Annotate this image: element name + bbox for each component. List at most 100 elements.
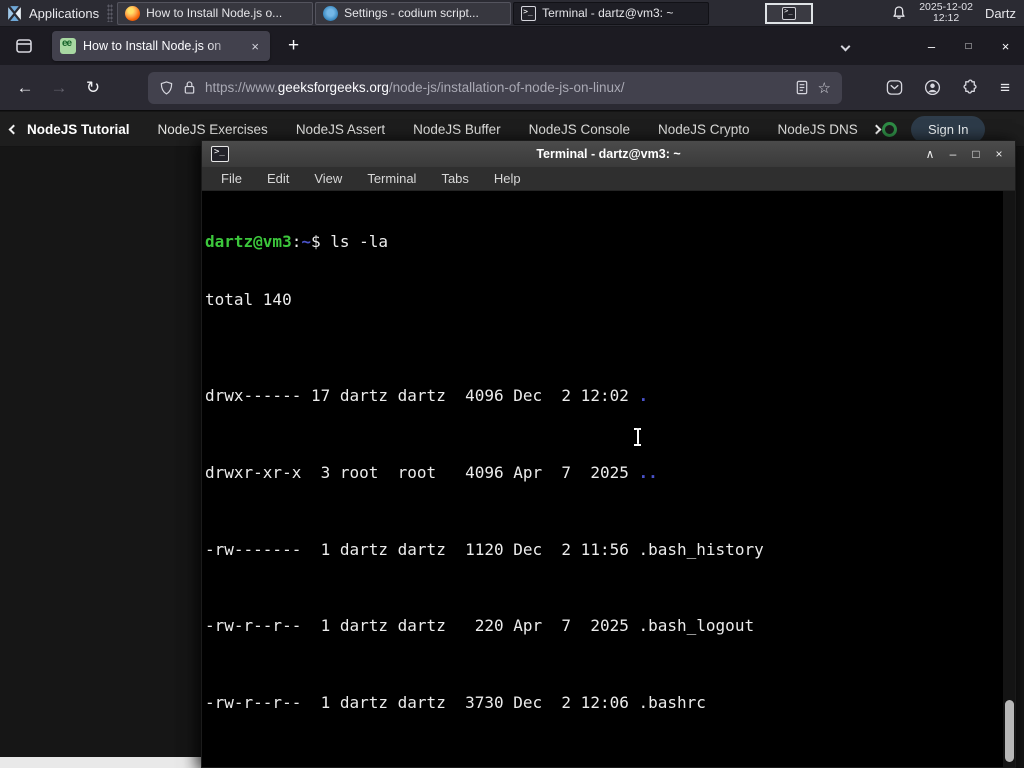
site-nav-link[interactable]: NodeJS Exercises xyxy=(158,122,268,137)
new-tab-button[interactable]: + xyxy=(282,35,305,57)
terminal-menu-item[interactable]: Edit xyxy=(267,171,289,186)
terminal-maximize-button[interactable]: □ xyxy=(969,147,983,161)
site-nav-scroll-left-icon[interactable] xyxy=(8,124,19,134)
terminal-total-line: total 140 xyxy=(205,290,292,310)
url-text: https://www.geeksforgeeks.org/node-js/in… xyxy=(205,80,786,95)
browser-maximize-button[interactable]: □ xyxy=(950,41,987,52)
applications-icon xyxy=(8,5,21,21)
terminal-listing-line: -rw-r--r-- 1 dartz dartz 3730 Dec 2 12:0… xyxy=(205,693,1001,712)
tab-close-icon[interactable]: × xyxy=(248,39,262,54)
terminal-scrollbar[interactable] xyxy=(1003,191,1015,767)
terminal-menu-item[interactable]: Tabs xyxy=(441,171,468,186)
geeksforgeeks-favicon xyxy=(60,38,76,54)
sign-in-button[interactable]: Sign In xyxy=(911,115,986,143)
app-menu-icon[interactable]: ≡ xyxy=(1000,78,1010,98)
url-scheme: https://www. xyxy=(205,80,278,95)
extensions-puzzle-icon[interactable] xyxy=(962,79,979,96)
listing-filename: .bash_logout xyxy=(638,616,755,636)
prompt-path: ~ xyxy=(301,232,311,252)
taskbar-window-list: How to Install Node.js o... Settings - c… xyxy=(117,0,710,27)
taskbar-window-label: Settings - codium script... xyxy=(344,6,479,20)
prompt-user-host: dartz@vm3 xyxy=(205,232,292,252)
tracking-shield-icon[interactable] xyxy=(159,80,174,96)
site-nav-link[interactable]: NodeJS DNS xyxy=(778,122,858,137)
terminal-title: Terminal - dartz@vm3: ~ xyxy=(536,147,681,161)
terminal-title-bar[interactable]: Terminal - dartz@vm3: ~ ∧ – □ × xyxy=(202,141,1015,167)
list-all-tabs-button[interactable] xyxy=(836,31,855,61)
workspace-switcher[interactable] xyxy=(765,2,814,24)
listing-filename: .bashrc xyxy=(638,693,706,713)
taskbar-window-button[interactable]: Terminal - dartz@vm3: ~ xyxy=(513,1,710,25)
terminal-shade-button[interactable]: ∧ xyxy=(923,147,937,161)
site-nav-link[interactable]: NodeJS Console xyxy=(529,122,630,137)
workspace-terminal-icon xyxy=(782,6,797,20)
site-nav-link[interactable]: NodeJS Tutorial xyxy=(27,122,130,137)
browser-window-controls: – □ × xyxy=(913,39,1024,54)
url-bar[interactable]: https://www.geeksforgeeks.org/node-js/in… xyxy=(148,71,842,104)
terminal-menu-item[interactable]: Help xyxy=(494,171,521,186)
taskbar-window-button[interactable]: Settings - codium script... xyxy=(315,1,512,25)
site-nav-link[interactable]: NodeJS Buffer xyxy=(413,122,501,137)
taskbar-window-icon xyxy=(521,5,537,21)
system-tray: 2025-12-02 12:12 Dartz xyxy=(891,2,1024,24)
prompt-command: $ ls -la xyxy=(310,232,389,252)
listing-filename: .bash_history xyxy=(638,539,764,559)
page-content-section xyxy=(0,757,201,768)
terminal-output[interactable]: dartz@vm3:~$ ls -la total 140 drwx------… xyxy=(202,191,1015,767)
terminal-minimize-button[interactable]: – xyxy=(946,147,960,161)
reader-mode-icon[interactable] xyxy=(795,80,809,95)
listing-details: -rw-r--r-- 1 dartz dartz 3730 Dec 2 12:0… xyxy=(205,693,639,713)
reload-button[interactable]: ↻ xyxy=(76,78,110,98)
browser-tab-bar: How to Install Node.js on × + – □ × xyxy=(0,27,1024,65)
terminal-listing: drwx------ 17 dartz dartz 4096 Dec 2 12:… xyxy=(205,348,1001,767)
terminal-listing-line: -rw-r--r-- 1 dartz dartz 220 Apr 7 2025 … xyxy=(205,616,1001,635)
terminal-close-button[interactable]: × xyxy=(992,147,1006,161)
notification-bell-icon[interactable] xyxy=(891,5,907,21)
firefox-view-icon xyxy=(16,39,32,53)
listing-filename: .. xyxy=(638,462,658,482)
taskbar: Applications How to Install Node.js o...… xyxy=(0,0,1024,27)
account-icon[interactable] xyxy=(924,79,941,96)
browser-toolbar: ← → ↻ https://www.geeksforgeeks.org/node… xyxy=(0,65,1024,111)
forward-button[interactable]: → xyxy=(42,78,76,98)
bookmark-star-icon[interactable]: ☆ xyxy=(818,79,831,97)
gfg-logo-icon[interactable] xyxy=(882,121,897,137)
text-cursor-pointer xyxy=(632,428,643,446)
chevron-down-icon xyxy=(840,41,851,52)
taskbar-window-label: How to Install Node.js o... xyxy=(146,6,283,20)
lock-icon[interactable] xyxy=(183,80,196,95)
pocket-icon[interactable] xyxy=(886,79,903,96)
site-nav-link[interactable]: NodeJS Assert xyxy=(296,122,385,137)
toolbar-right-icons: ≡ xyxy=(886,78,1024,98)
listing-details: drwxr-xr-x 3 root root 4096 Apr 7 2025 xyxy=(205,462,639,482)
terminal-window-controls: ∧ – □ × xyxy=(923,147,1006,161)
taskbar-window-icon xyxy=(125,5,141,21)
firefox-view-button[interactable] xyxy=(10,32,38,60)
tab-how-to-install-nodejs[interactable]: How to Install Node.js on × xyxy=(52,31,270,61)
back-button[interactable]: ← xyxy=(8,78,42,98)
url-path: /node-js/installation-of-node-js-on-linu… xyxy=(388,80,625,95)
taskbar-window-button[interactable]: How to Install Node.js o... xyxy=(117,1,314,25)
terminal-menu-item[interactable]: View xyxy=(314,171,342,186)
terminal-scrollbar-thumb[interactable] xyxy=(1004,700,1014,762)
browser-minimize-button[interactable]: – xyxy=(913,39,950,54)
terminal-listing-line: drwxr-xr-x 3 root root 4096 Apr 7 2025 .… xyxy=(205,463,1001,482)
clock-time: 12:12 xyxy=(932,12,960,24)
terminal-window: Terminal - dartz@vm3: ~ ∧ – □ × File Edi… xyxy=(201,140,1016,768)
user-menu-label[interactable]: Dartz xyxy=(985,6,1018,21)
taskbar-window-icon xyxy=(323,5,339,21)
clock[interactable]: 2025-12-02 12:12 xyxy=(919,2,973,24)
applications-label: Applications xyxy=(29,5,100,21)
url-domain: geeksforgeeks.org xyxy=(277,80,389,95)
site-nav-scroll-right-icon[interactable] xyxy=(871,124,882,134)
tab-title: How to Install Node.js on xyxy=(83,39,222,53)
terminal-listing-line: drwx------ 17 dartz dartz 4096 Dec 2 12:… xyxy=(205,386,1001,405)
site-nav-link[interactable]: NodeJS Crypto xyxy=(658,122,750,137)
listing-details: drwx------ 17 dartz dartz 4096 Dec 2 12:… xyxy=(205,386,639,406)
terminal-menu-item[interactable]: Terminal xyxy=(367,171,416,186)
browser-close-button[interactable]: × xyxy=(987,39,1024,54)
listing-filename: . xyxy=(638,386,649,406)
applications-menu-button[interactable]: Applications xyxy=(0,0,105,27)
taskbar-window-label: Terminal - dartz@vm3: ~ xyxy=(542,6,674,20)
terminal-menu-item[interactable]: File xyxy=(221,171,242,186)
